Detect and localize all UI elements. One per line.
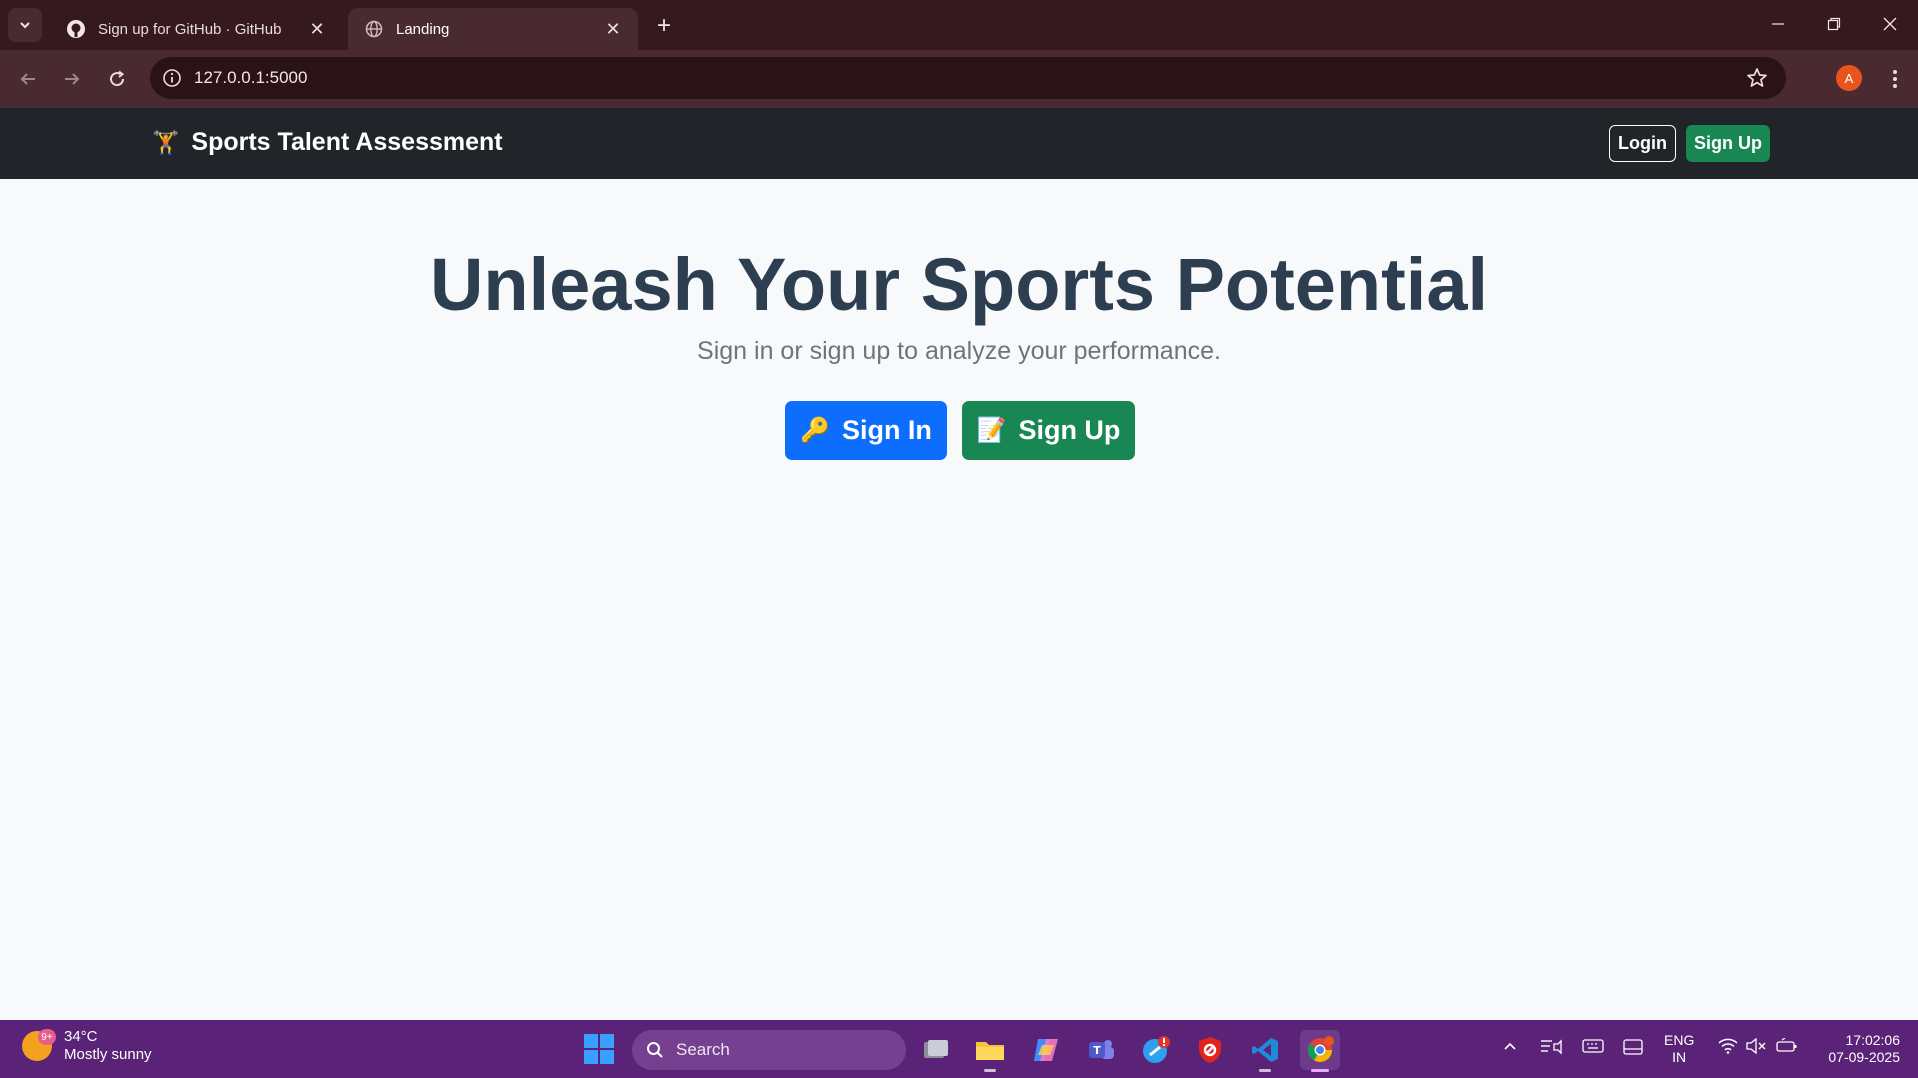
address-bar[interactable]: 127.0.0.1:5000 [150, 57, 1786, 99]
taskbar: 9+ 34°C Mostly sunny Search T ENG IN 17:… [0, 1020, 1918, 1078]
weather-condition: Mostly sunny [64, 1046, 152, 1063]
weather-widget[interactable]: 9+ 34°C Mostly sunny [22, 1028, 152, 1064]
reload-icon [110, 70, 125, 87]
profile-avatar[interactable]: A [1836, 65, 1862, 91]
chevron-up-icon[interactable] [1502, 1038, 1518, 1054]
vscode-icon[interactable] [1245, 1030, 1285, 1072]
language-indicator[interactable]: ENG IN [1664, 1032, 1694, 1066]
forward-button[interactable] [56, 63, 88, 95]
close-window-button[interactable] [1870, 8, 1910, 40]
search-icon [647, 1042, 663, 1058]
restore-icon [1827, 17, 1841, 31]
signup-button[interactable]: 📝 Sign Up [962, 401, 1135, 460]
clock-date: 07-09-2025 [1828, 1049, 1900, 1065]
close-icon[interactable]: ✕ [306, 18, 328, 40]
tab-title: Sign up for GitHub · GitHub [98, 20, 282, 38]
svg-text:T: T [1093, 1044, 1101, 1057]
clock-time: 17:02:06 [1845, 1032, 1901, 1048]
tab-github[interactable]: Sign up for GitHub · GitHub ✕ [50, 8, 342, 50]
arrow-left-icon [20, 73, 35, 85]
tab-title: Landing [396, 20, 450, 38]
hero-title: Unleash Your Sports Potential [429, 243, 1489, 326]
url-text: 127.0.0.1:5000 [194, 68, 308, 87]
brand-name: Sports Talent Assessment [191, 128, 503, 156]
github-icon [66, 19, 86, 39]
signup-label: Sign Up [1018, 415, 1121, 445]
region-code: IN [1672, 1049, 1687, 1065]
nav-login-button[interactable]: Login [1609, 125, 1676, 162]
globe-icon [364, 19, 384, 39]
nav-signup-button[interactable]: Sign Up [1686, 125, 1770, 162]
reload-button[interactable] [101, 63, 133, 95]
language-code: ENG [1664, 1032, 1695, 1048]
hero-subtitle: Sign in or sign up to analyze your perfo… [697, 337, 1221, 365]
bookmark-star-icon[interactable] [1746, 67, 1768, 94]
browser-toolbar: 127.0.0.1:5000 A [0, 50, 1918, 108]
teams-icon[interactable]: T [1081, 1030, 1121, 1070]
wifi-icon[interactable] [1718, 1038, 1738, 1054]
notifications-list-icon[interactable] [1540, 1038, 1562, 1056]
tab-landing[interactable]: Landing ✕ [348, 8, 638, 50]
browser-menu-icon[interactable] [1880, 63, 1910, 95]
minimize-icon [1772, 23, 1784, 25]
taskbar-search[interactable]: Search [632, 1030, 906, 1070]
chrome-icon[interactable] [1300, 1030, 1340, 1072]
brand-link[interactable]: 🏋 Sports Talent Assessment [152, 128, 503, 157]
key-icon: 🔑 [800, 417, 830, 444]
search-placeholder: Search [676, 1040, 730, 1059]
windows-start-icon[interactable] [584, 1034, 614, 1064]
file-explorer-icon[interactable] [970, 1030, 1010, 1072]
chevron-down-icon [20, 22, 30, 29]
system-clock[interactable]: 17:02:06 07-09-2025 [1816, 1032, 1900, 1066]
keyboard-icon[interactable] [1582, 1038, 1604, 1054]
minimize-button[interactable] [1758, 8, 1798, 40]
tablet-mode-icon[interactable] [1622, 1038, 1644, 1056]
volume-muted-icon[interactable] [1746, 1038, 1766, 1054]
arrow-right-icon [65, 73, 80, 85]
security-app-icon[interactable] [1190, 1030, 1230, 1070]
help-app-icon[interactable] [1136, 1030, 1176, 1070]
battery-icon[interactable] [1776, 1038, 1798, 1054]
back-button[interactable] [12, 63, 44, 95]
tab-search-button[interactable] [8, 8, 42, 42]
site-info-icon[interactable] [150, 57, 194, 99]
task-view-icon[interactable] [916, 1030, 956, 1070]
copilot-icon[interactable] [1026, 1030, 1066, 1070]
close-icon [1883, 17, 1897, 31]
memo-icon: 📝 [976, 417, 1007, 444]
restore-button[interactable] [1814, 8, 1854, 40]
close-icon[interactable]: ✕ [602, 18, 624, 40]
site-navbar: 🏋 Sports Talent Assessment Login Sign Up [0, 108, 1918, 179]
signin-label: Sign In [841, 415, 932, 445]
new-tab-button[interactable]: + [650, 12, 678, 40]
notification-badge: 9+ [38, 1029, 56, 1045]
signin-button[interactable]: 🔑 Sign In [785, 401, 947, 460]
weather-temperature: 34°C [64, 1028, 98, 1045]
weather-sun-icon: 9+ [22, 1029, 56, 1061]
weightlifter-icon: 🏋 [152, 129, 180, 155]
browser-tabstrip: Sign up for GitHub · GitHub ✕ Landing ✕ … [0, 0, 1918, 50]
